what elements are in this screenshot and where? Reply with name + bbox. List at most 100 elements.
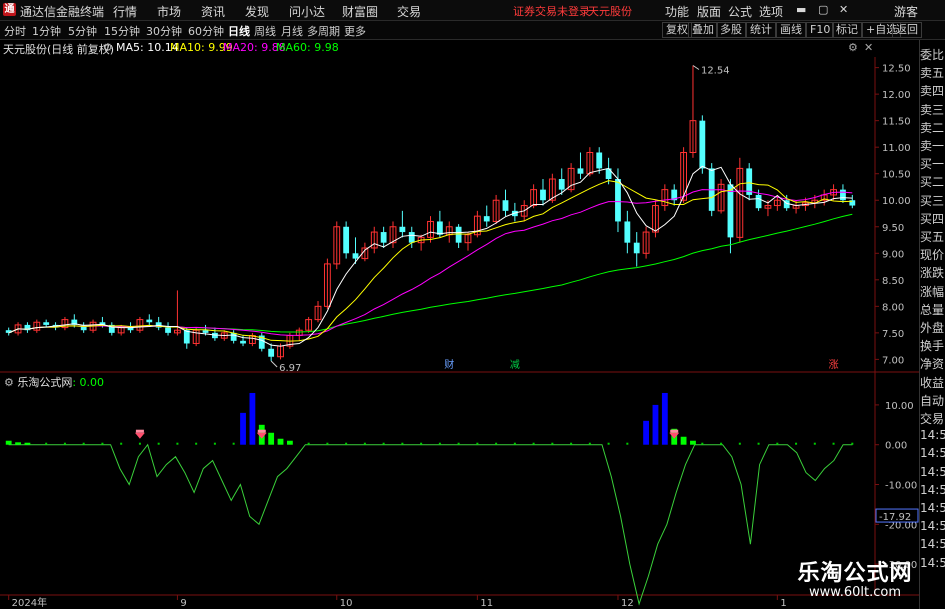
quote-panel-item: 收益 bbox=[920, 375, 945, 390]
quote-panel-item: 买五 bbox=[920, 230, 945, 244]
period-monthly[interactable]: 月线 bbox=[281, 23, 303, 39]
indicator-bar bbox=[680, 436, 687, 445]
candle-body bbox=[352, 253, 359, 259]
low-label: 6.97 bbox=[279, 363, 301, 374]
indicator-dot bbox=[738, 442, 741, 445]
candle-body bbox=[202, 330, 209, 333]
indicator-value: : 0.00 bbox=[72, 376, 105, 389]
indicator-dot bbox=[532, 442, 535, 445]
indicator-dot bbox=[401, 442, 404, 445]
time-tick-label: 2024年 bbox=[12, 596, 47, 609]
indicator-gear-icon[interactable]: ⚙ bbox=[4, 376, 17, 389]
candle-body bbox=[624, 221, 631, 243]
indicator-dot bbox=[495, 442, 498, 445]
quote-panel-item: 卖四 bbox=[920, 84, 945, 99]
indicator-bar bbox=[268, 432, 275, 445]
menu-xuanxiang[interactable]: 选项 bbox=[759, 3, 783, 20]
price-tick-label: 12.50 bbox=[882, 64, 911, 75]
period-fenshi[interactable]: 分时 bbox=[4, 23, 26, 39]
candle-body bbox=[615, 179, 621, 222]
user-label[interactable]: 游客 bbox=[894, 3, 918, 20]
period-15min[interactable]: 15分钟 bbox=[104, 23, 140, 39]
period-5min[interactable]: 5分钟 bbox=[68, 23, 97, 39]
indicator-tick-label: 0.00 bbox=[885, 441, 907, 452]
period-1min[interactable]: 1分钟 bbox=[32, 23, 61, 39]
price-tick-label: 10.50 bbox=[882, 170, 911, 181]
menu-zixun[interactable]: 资讯 bbox=[201, 3, 225, 20]
indicator-bar bbox=[652, 404, 659, 445]
settings-gear-icon[interactable]: ⚙ bbox=[103, 41, 113, 54]
menu-faxian[interactable]: 发现 bbox=[245, 3, 269, 20]
btn-f10[interactable]: F10 bbox=[806, 22, 835, 38]
signal-marker-top bbox=[670, 429, 679, 433]
btn-diejia[interactable]: 叠加 bbox=[688, 22, 718, 38]
indicator-dot bbox=[776, 442, 779, 445]
indicator-dot bbox=[513, 442, 516, 445]
menu-hangqing[interactable]: 行情 bbox=[113, 3, 137, 20]
period-daily[interactable]: 日线 bbox=[228, 23, 250, 39]
btn-biaoji[interactable]: 标记 bbox=[832, 22, 862, 38]
indicator-bar bbox=[643, 420, 649, 445]
watermark: 乐淘公式网 www.60lt.com bbox=[790, 555, 920, 600]
login-alert[interactable]: 证券交易未登录 bbox=[513, 3, 590, 19]
watermark-url: www.60lt.com bbox=[809, 585, 901, 600]
indicator-bar bbox=[661, 392, 668, 445]
quote-panel-item: 买三 bbox=[920, 193, 945, 208]
menu-gongneng[interactable]: 功能 bbox=[665, 3, 689, 20]
stock-name-title: 天元股份 bbox=[588, 5, 632, 18]
candle-body bbox=[755, 194, 762, 209]
period-weekly[interactable]: 周线 bbox=[254, 23, 276, 39]
watermark-title: 乐淘公式网 bbox=[797, 561, 913, 586]
btn-huaxian[interactable]: 画线 bbox=[776, 22, 806, 38]
menu-gongshi[interactable]: 公式 bbox=[728, 3, 752, 20]
candle-body bbox=[727, 184, 734, 238]
period-60min[interactable]: 60分钟 bbox=[188, 23, 224, 39]
quote-panel-item: 14:55 bbox=[920, 501, 945, 515]
price-tick-label: 11.00 bbox=[882, 143, 911, 154]
quote-panel-item: 总量 bbox=[920, 302, 945, 317]
btn-fanhui[interactable]: 返回 bbox=[892, 22, 922, 38]
period-multi[interactable]: 多周期 bbox=[307, 23, 340, 39]
indicator-bar bbox=[240, 412, 246, 445]
quote-panel-item: 14:55 bbox=[920, 482, 945, 497]
price-tick-label: 7.00 bbox=[882, 355, 904, 366]
quote-panel-item: 自动 bbox=[920, 393, 945, 408]
close-chart-icon[interactable]: ✕ bbox=[864, 41, 873, 54]
menu-wenxiaoda[interactable]: 问小达 bbox=[289, 3, 325, 20]
high-pointer bbox=[692, 65, 700, 70]
menu-caifuquan[interactable]: 财富圈 bbox=[342, 3, 378, 20]
indicator-dot bbox=[101, 442, 104, 445]
candle-body bbox=[558, 179, 565, 190]
quote-panel-item: 14:55 bbox=[920, 428, 945, 443]
maximize-icon[interactable]: ▢ bbox=[818, 3, 828, 16]
chart-canvas[interactable]: 12.5012.0011.5011.0010.5010.009.509.008.… bbox=[0, 0, 945, 609]
price-tick-label: 7.50 bbox=[882, 329, 904, 340]
candle-body bbox=[268, 348, 275, 357]
time-tick-label: 10 bbox=[340, 598, 353, 609]
settings-icon[interactable]: ⚙ bbox=[848, 41, 858, 54]
indicator-dot bbox=[720, 442, 723, 445]
close-icon[interactable]: ✕ bbox=[839, 3, 848, 16]
indicator-dot bbox=[851, 442, 854, 445]
indicator-dot bbox=[382, 442, 385, 445]
menu-banmian[interactable]: 版面 bbox=[697, 3, 721, 20]
btn-duogu[interactable]: 多股 bbox=[716, 22, 746, 38]
candle-body bbox=[596, 152, 603, 169]
quote-panel-item: 14:55 bbox=[920, 555, 945, 570]
period-more[interactable]: 更多 bbox=[344, 23, 366, 39]
event-mark: 减 bbox=[510, 359, 520, 371]
indicator-dot bbox=[82, 442, 85, 445]
quote-panel-item: 买二 bbox=[920, 175, 945, 190]
menu-jiaoyi[interactable]: 交易 bbox=[397, 3, 421, 20]
indicator-dot bbox=[626, 442, 629, 445]
quote-panel-item: 外盘 bbox=[920, 321, 945, 335]
minimize-icon[interactable]: ▬ bbox=[796, 3, 806, 16]
menu-shichang[interactable]: 市场 bbox=[157, 3, 181, 20]
candle-body bbox=[165, 327, 171, 333]
candle-body bbox=[577, 168, 584, 174]
btn-tongji[interactable]: 统计 bbox=[746, 22, 776, 38]
candle-body bbox=[455, 226, 462, 243]
price-tick-label: 8.00 bbox=[882, 302, 904, 313]
indicator-dot bbox=[120, 442, 123, 445]
period-30min[interactable]: 30分钟 bbox=[146, 23, 182, 39]
